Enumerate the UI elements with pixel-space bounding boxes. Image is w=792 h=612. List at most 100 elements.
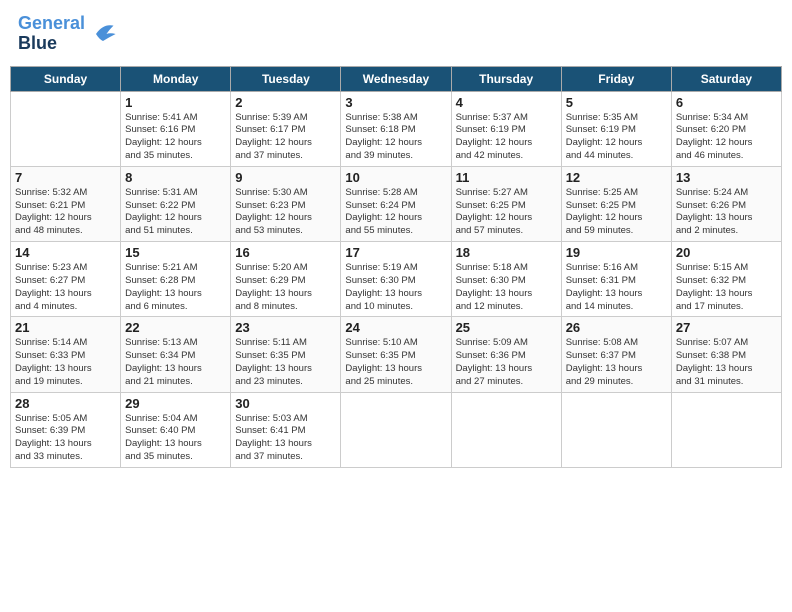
weekday-header-row: SundayMondayTuesdayWednesdayThursdayFrid…: [11, 66, 782, 91]
day-number: 26: [566, 320, 667, 335]
calendar-week-row: 7 Sunrise: 5:32 AM Sunset: 6:21 PM Daylig…: [11, 166, 782, 241]
cell-info: Sunrise: 5:19 AM Sunset: 6:30 PM Dayligh…: [345, 262, 446, 313]
day-number: 18: [456, 245, 557, 260]
day-number: 1: [125, 95, 226, 110]
cell-info: Sunrise: 5:04 AM Sunset: 6:40 PM Dayligh…: [125, 413, 226, 464]
calendar-cell: 22Sunrise: 5:13 AM Sunset: 6:34 PM Dayli…: [121, 317, 231, 392]
day-number: 11: [456, 170, 557, 185]
calendar-cell: 17 Sunrise: 5:19 AM Sunset: 6:30 PM Dayli…: [341, 242, 451, 317]
day-number: 9: [235, 170, 336, 185]
day-number: 23: [235, 320, 336, 335]
calendar-cell: 20 Sunrise: 5:15 AM Sunset: 6:32 PM Dayli…: [671, 242, 781, 317]
cell-info: Sunrise: 5:35 AM Sunset: 6:19 PM Dayligh…: [566, 112, 667, 163]
day-number: 16: [235, 245, 336, 260]
day-number: 10: [345, 170, 446, 185]
calendar-cell: 5 Sunrise: 5:35 AM Sunset: 6:19 PM Daylig…: [561, 91, 671, 166]
day-number: 7: [15, 170, 116, 185]
cell-info: Sunrise: 5:23 AM Sunset: 6:27 PM Dayligh…: [15, 262, 116, 313]
day-number: 29: [125, 396, 226, 411]
day-number: 15: [125, 245, 226, 260]
calendar-cell: 7 Sunrise: 5:32 AM Sunset: 6:21 PM Daylig…: [11, 166, 121, 241]
calendar-cell: 1 Sunrise: 5:41 AM Sunset: 6:16 PM Daylig…: [121, 91, 231, 166]
cell-info: Sunrise: 5:27 AM Sunset: 6:25 PM Dayligh…: [456, 187, 557, 238]
day-number: 27: [676, 320, 777, 335]
weekday-header-sunday: Sunday: [11, 66, 121, 91]
day-number: 17: [345, 245, 446, 260]
calendar-cell: 18Sunrise: 5:18 AM Sunset: 6:30 PM Dayli…: [451, 242, 561, 317]
cell-info: Sunrise: 5:38 AM Sunset: 6:18 PM Dayligh…: [345, 112, 446, 163]
cell-info: Sunrise: 5:32 AM Sunset: 6:21 PM Dayligh…: [15, 187, 116, 238]
calendar-cell: 30Sunrise: 5:03 AM Sunset: 6:41 PM Dayli…: [231, 392, 341, 467]
day-number: 24: [345, 320, 446, 335]
calendar-cell: 6 Sunrise: 5:34 AM Sunset: 6:20 PM Daylig…: [671, 91, 781, 166]
calendar-cell: 13 Sunrise: 5:24 AM Sunset: 6:26 PM Dayli…: [671, 166, 781, 241]
calendar-table: SundayMondayTuesdayWednesdayThursdayFrid…: [10, 66, 782, 468]
cell-info: Sunrise: 5:37 AM Sunset: 6:19 PM Dayligh…: [456, 112, 557, 163]
cell-info: Sunrise: 5:16 AM Sunset: 6:31 PM Dayligh…: [566, 262, 667, 313]
day-number: 4: [456, 95, 557, 110]
calendar-cell: 26 Sunrise: 5:08 AM Sunset: 6:37 PM Dayli…: [561, 317, 671, 392]
calendar-cell: 25 Sunrise: 5:09 AM Sunset: 6:36 PM Dayli…: [451, 317, 561, 392]
day-number: 3: [345, 95, 446, 110]
cell-info: Sunrise: 5:13 AM Sunset: 6:34 PM Dayligh…: [125, 337, 226, 388]
day-number: 6: [676, 95, 777, 110]
cell-info: Sunrise: 5:41 AM Sunset: 6:16 PM Dayligh…: [125, 112, 226, 163]
cell-info: Sunrise: 5:20 AM Sunset: 6:29 PM Dayligh…: [235, 262, 336, 313]
weekday-header-saturday: Saturday: [671, 66, 781, 91]
day-number: 8: [125, 170, 226, 185]
calendar-cell: 8 Sunrise: 5:31 AM Sunset: 6:22 PM Daylig…: [121, 166, 231, 241]
weekday-header-wednesday: Wednesday: [341, 66, 451, 91]
calendar-cell: 4 Sunrise: 5:37 AM Sunset: 6:19 PM Daylig…: [451, 91, 561, 166]
calendar-cell: [671, 392, 781, 467]
day-number: 14: [15, 245, 116, 260]
calendar-cell: 16 Sunrise: 5:20 AM Sunset: 6:29 PM Dayli…: [231, 242, 341, 317]
day-number: 21: [15, 320, 116, 335]
cell-info: Sunrise: 5:11 AM Sunset: 6:35 PM Dayligh…: [235, 337, 336, 388]
logo-bird-icon: [89, 20, 117, 48]
cell-info: Sunrise: 5:07 AM Sunset: 6:38 PM Dayligh…: [676, 337, 777, 388]
day-number: 12: [566, 170, 667, 185]
logo: GeneralBlue: [18, 14, 117, 54]
calendar-cell: 15 Sunrise: 5:21 AM Sunset: 6:28 PM Dayli…: [121, 242, 231, 317]
cell-info: Sunrise: 5:21 AM Sunset: 6:28 PM Dayligh…: [125, 262, 226, 313]
cell-info: Sunrise: 5:30 AM Sunset: 6:23 PM Dayligh…: [235, 187, 336, 238]
calendar-week-row: 1 Sunrise: 5:41 AM Sunset: 6:16 PM Daylig…: [11, 91, 782, 166]
logo-text: GeneralBlue: [18, 14, 85, 54]
calendar-cell: 28Sunrise: 5:05 AM Sunset: 6:39 PM Dayli…: [11, 392, 121, 467]
day-number: 28: [15, 396, 116, 411]
weekday-header-monday: Monday: [121, 66, 231, 91]
cell-info: Sunrise: 5:10 AM Sunset: 6:35 PM Dayligh…: [345, 337, 446, 388]
calendar-cell: 3 Sunrise: 5:38 AM Sunset: 6:18 PM Daylig…: [341, 91, 451, 166]
calendar-cell: [341, 392, 451, 467]
day-number: 5: [566, 95, 667, 110]
weekday-header-thursday: Thursday: [451, 66, 561, 91]
calendar-cell: 2Sunrise: 5:39 AM Sunset: 6:17 PM Daylig…: [231, 91, 341, 166]
cell-info: Sunrise: 5:34 AM Sunset: 6:20 PM Dayligh…: [676, 112, 777, 163]
calendar-week-row: 21Sunrise: 5:14 AM Sunset: 6:33 PM Dayli…: [11, 317, 782, 392]
cell-info: Sunrise: 5:09 AM Sunset: 6:36 PM Dayligh…: [456, 337, 557, 388]
calendar-cell: 14 Sunrise: 5:23 AM Sunset: 6:27 PM Dayli…: [11, 242, 121, 317]
calendar-week-row: 14 Sunrise: 5:23 AM Sunset: 6:27 PM Dayli…: [11, 242, 782, 317]
cell-info: Sunrise: 5:28 AM Sunset: 6:24 PM Dayligh…: [345, 187, 446, 238]
cell-info: Sunrise: 5:39 AM Sunset: 6:17 PM Dayligh…: [235, 112, 336, 163]
weekday-header-friday: Friday: [561, 66, 671, 91]
calendar-cell: [11, 91, 121, 166]
calendar-cell: 12Sunrise: 5:25 AM Sunset: 6:25 PM Dayli…: [561, 166, 671, 241]
cell-info: Sunrise: 5:31 AM Sunset: 6:22 PM Dayligh…: [125, 187, 226, 238]
calendar-cell: 11 Sunrise: 5:27 AM Sunset: 6:25 PM Dayli…: [451, 166, 561, 241]
cell-info: Sunrise: 5:08 AM Sunset: 6:37 PM Dayligh…: [566, 337, 667, 388]
day-number: 13: [676, 170, 777, 185]
calendar-cell: [561, 392, 671, 467]
calendar-cell: 9 Sunrise: 5:30 AM Sunset: 6:23 PM Daylig…: [231, 166, 341, 241]
cell-info: Sunrise: 5:24 AM Sunset: 6:26 PM Dayligh…: [676, 187, 777, 238]
day-number: 25: [456, 320, 557, 335]
day-number: 20: [676, 245, 777, 260]
calendar-cell: 19 Sunrise: 5:16 AM Sunset: 6:31 PM Dayli…: [561, 242, 671, 317]
calendar-cell: [451, 392, 561, 467]
calendar-week-row: 28Sunrise: 5:05 AM Sunset: 6:39 PM Dayli…: [11, 392, 782, 467]
day-number: 19: [566, 245, 667, 260]
calendar-cell: 29 Sunrise: 5:04 AM Sunset: 6:40 PM Dayli…: [121, 392, 231, 467]
cell-info: Sunrise: 5:15 AM Sunset: 6:32 PM Dayligh…: [676, 262, 777, 313]
calendar-cell: 23 Sunrise: 5:11 AM Sunset: 6:35 PM Dayli…: [231, 317, 341, 392]
calendar-cell: 24 Sunrise: 5:10 AM Sunset: 6:35 PM Dayli…: [341, 317, 451, 392]
